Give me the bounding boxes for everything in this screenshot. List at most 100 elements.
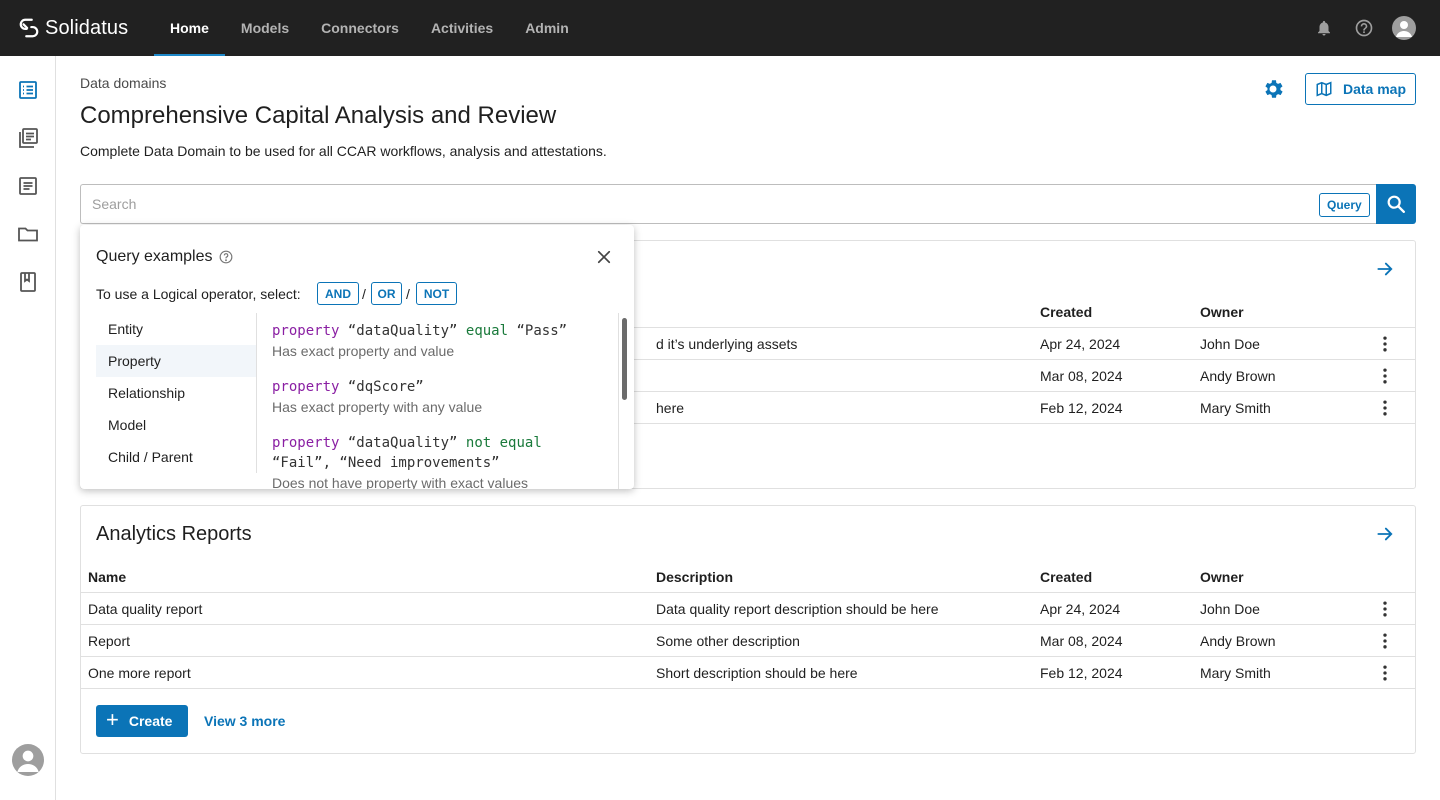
column-header-name[interactable]: Name [88,569,126,585]
user-avatar[interactable] [12,744,44,776]
cell-description: d it’s underlying assets [656,336,798,352]
category-child-parent[interactable]: Child / Parent [96,441,256,473]
operator-separator: / [406,286,410,302]
cell-owner: Andy Brown [1200,368,1276,384]
example-value: “Pass” [516,323,568,339]
operator-separator: / [362,286,366,302]
breadcrumb[interactable]: Data domains [80,75,166,91]
example-keyword: property [272,323,340,339]
list-icon[interactable] [16,78,40,102]
cell-name: One more report [88,665,191,681]
close-icon[interactable] [595,248,613,266]
cell-created: Mar 08, 2024 [1040,633,1123,649]
search-button[interactable] [1376,184,1416,224]
more-vert-icon[interactable] [1375,366,1395,386]
more-vert-icon[interactable] [1375,398,1395,418]
cell-name: Data quality report [88,601,203,617]
cell-created: Feb 12, 2024 [1040,665,1123,681]
search-bar: Query [80,184,1376,224]
category-entity[interactable]: Entity [96,313,256,345]
analytics-reports-card: Analytics Reports Name Description Creat… [80,505,1416,754]
more-vert-icon[interactable] [1375,599,1395,619]
query-examples-popover: Query examples To use a Logical operator… [80,225,634,489]
table-header-row: Name Description Created Owner [81,561,1415,593]
topbar-actions [1312,0,1440,56]
document-icon[interactable] [16,174,40,198]
example-field: “dataQuality” [347,435,458,451]
card-title: Analytics Reports [96,523,252,545]
bell-icon[interactable] [1312,16,1336,40]
operator-or-button[interactable]: OR [371,282,402,305]
example-code: property “dataQuality” equal “Pass” [272,321,612,341]
help-icon[interactable] [1352,16,1376,40]
column-header-owner[interactable]: Owner [1200,304,1244,320]
cell-created: Mar 08, 2024 [1040,368,1123,384]
example-field: “dqScore” [347,379,424,395]
book-icon[interactable] [16,270,40,294]
operator-not-button[interactable]: NOT [416,282,457,305]
category-relationship[interactable]: Relationship [96,377,256,409]
brand-name: Solidatus [45,16,129,39]
cell-owner: Mary Smith [1200,665,1271,681]
more-vert-icon[interactable] [1375,334,1395,354]
example-code: property “dqScore” [272,377,612,397]
table-row[interactable]: Report Some other description Mar 08, 20… [81,625,1415,657]
nav-home[interactable]: Home [154,0,225,56]
query-example[interactable]: property “dqScore” Has exact property wi… [272,377,612,417]
column-header-created[interactable]: Created [1040,304,1092,320]
example-field: “dataQuality” [347,323,458,339]
nav-models[interactable]: Models [225,0,305,56]
category-model[interactable]: Model [96,409,256,441]
example-keyword: property [272,379,340,395]
cell-description: Data quality report description should b… [656,601,939,617]
cell-description: Some other description [656,633,800,649]
more-vert-icon[interactable] [1375,663,1395,683]
account-icon[interactable] [1392,16,1416,40]
cell-owner: John Doe [1200,601,1260,617]
nav-connectors[interactable]: Connectors [305,0,415,56]
table-row[interactable]: One more report Short description should… [81,657,1415,689]
cell-description: Short description should be here [656,665,858,681]
view-more-link[interactable]: View 3 more [204,713,285,729]
scrollbar-thumb[interactable] [622,318,627,400]
library-icon[interactable] [16,126,40,150]
column-header-owner[interactable]: Owner [1200,569,1244,585]
data-map-button[interactable]: Data map [1305,73,1416,105]
example-keyword: property [272,435,340,451]
folder-icon[interactable] [16,222,40,246]
nav-activities[interactable]: Activities [415,0,509,56]
create-button[interactable]: + Create [96,705,188,737]
plus-icon: + [106,707,119,732]
search-icon [1387,195,1405,213]
cell-created: Apr 24, 2024 [1040,601,1121,617]
map-icon [1316,81,1332,97]
example-operator: not equal [465,435,542,451]
query-toggle-button[interactable]: Query [1319,193,1370,217]
search-input[interactable] [92,196,1292,212]
column-header-description[interactable]: Description [656,569,733,585]
gear-icon[interactable] [1261,77,1285,101]
cell-owner: Andy Brown [1200,633,1276,649]
brand-logo[interactable]: Solidatus [18,17,138,40]
arrow-right-icon[interactable] [1375,524,1395,544]
help-icon[interactable] [219,250,233,264]
query-example[interactable]: property “dataQuality” equal “Pass” Has … [272,321,612,361]
arrow-right-icon[interactable] [1375,259,1395,279]
cell-description: here [656,400,685,416]
category-list: Entity Property Relationship Model Child… [96,313,256,473]
main-nav: Home Models Connectors Activities Admin [154,0,585,56]
operator-and-button[interactable]: AND [317,282,359,305]
example-description: Does not have property with exact values [272,475,529,489]
category-property[interactable]: Property [96,345,256,377]
page-description: Complete Data Domain to be used for all … [80,143,607,159]
example-list: property “dataQuality” equal “Pass” Has … [272,321,612,489]
cell-name: Report [88,633,131,649]
create-label: Create [128,713,173,729]
nav-admin[interactable]: Admin [509,0,585,56]
example-operator: equal [465,323,509,339]
more-vert-icon[interactable] [1375,631,1395,651]
query-example[interactable]: property “dataQuality” not equal “Fail”,… [272,433,612,489]
table-row[interactable]: Data quality report Data quality report … [81,593,1415,625]
column-header-created[interactable]: Created [1040,569,1092,585]
cell-created: Feb 12, 2024 [1040,400,1123,416]
